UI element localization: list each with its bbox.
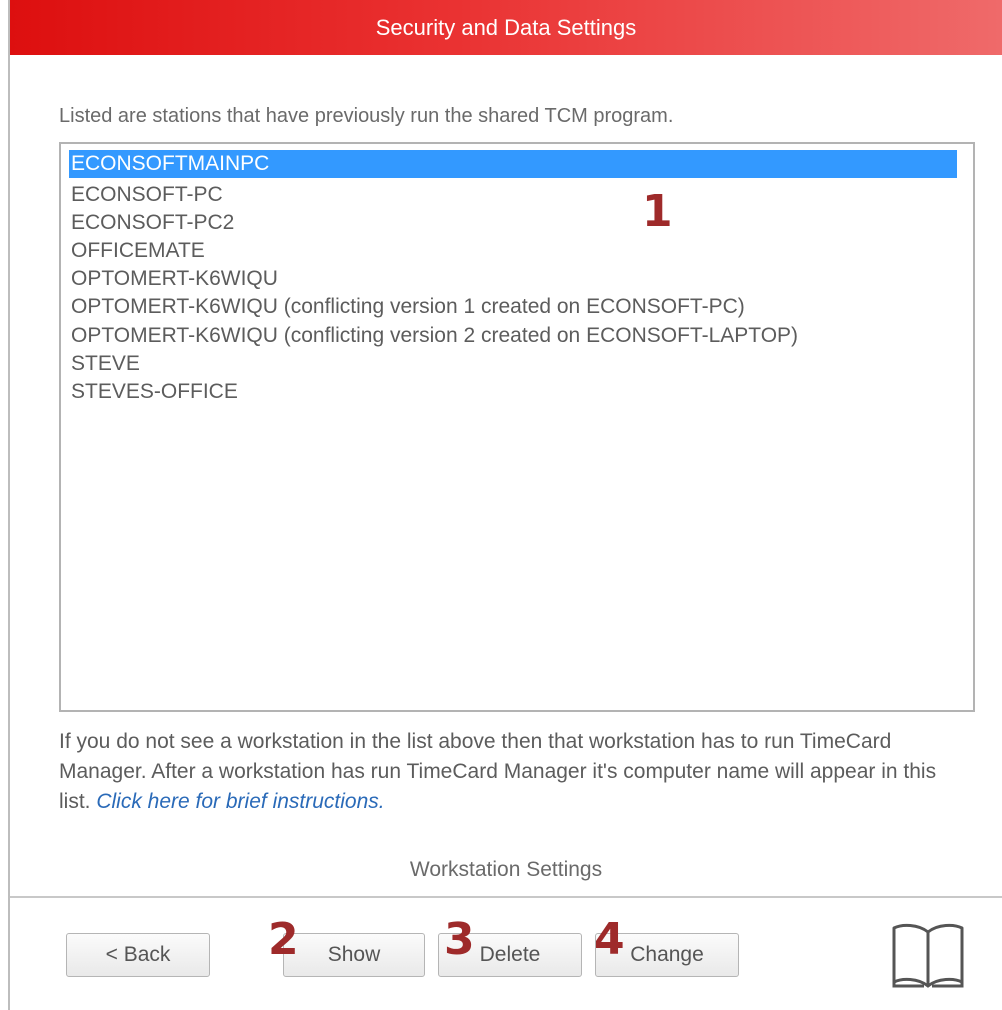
station-item[interactable]: ECONSOFT-PC2 [69, 209, 234, 237]
station-item[interactable]: OPTOMERT-K6WIQU (conflicting version 1 c… [69, 293, 745, 321]
annotation-4: 4 [594, 914, 625, 965]
back-button[interactable]: < Back [66, 933, 210, 977]
station-item[interactable]: ECONSOFT-PC [69, 181, 223, 209]
info-text: If you do not see a workstation in the l… [59, 727, 959, 817]
station-list[interactable]: ECONSOFTMAINPC ECONSOFT-PC ECONSOFT-PC2 … [59, 142, 975, 712]
window-title: Security and Data Settings [10, 0, 1002, 55]
intro-text: Listed are stations that have previously… [59, 105, 674, 127]
annotation-1: 1 [642, 186, 673, 237]
instructions-link[interactable]: Click here for brief instructions. [96, 790, 384, 813]
section-label: Workstation Settings [409, 858, 603, 881]
station-item-selected[interactable]: ECONSOFTMAINPC [69, 150, 957, 178]
station-item[interactable]: OPTOMERT-K6WIQU [69, 265, 278, 293]
annotation-2: 2 [268, 914, 299, 965]
station-item[interactable]: OPTOMERT-K6WIQU (conflicting version 2 c… [69, 322, 798, 350]
show-button[interactable]: Show [283, 933, 425, 977]
station-item[interactable]: STEVE [69, 350, 140, 378]
open-book-icon[interactable] [890, 920, 966, 990]
annotation-3: 3 [444, 914, 475, 965]
station-item[interactable]: OFFICEMATE [69, 237, 205, 265]
divider [10, 896, 1002, 898]
settings-window: Security and Data Settings Listed are st… [8, 0, 1002, 1010]
station-item[interactable]: STEVES-OFFICE [69, 378, 238, 406]
